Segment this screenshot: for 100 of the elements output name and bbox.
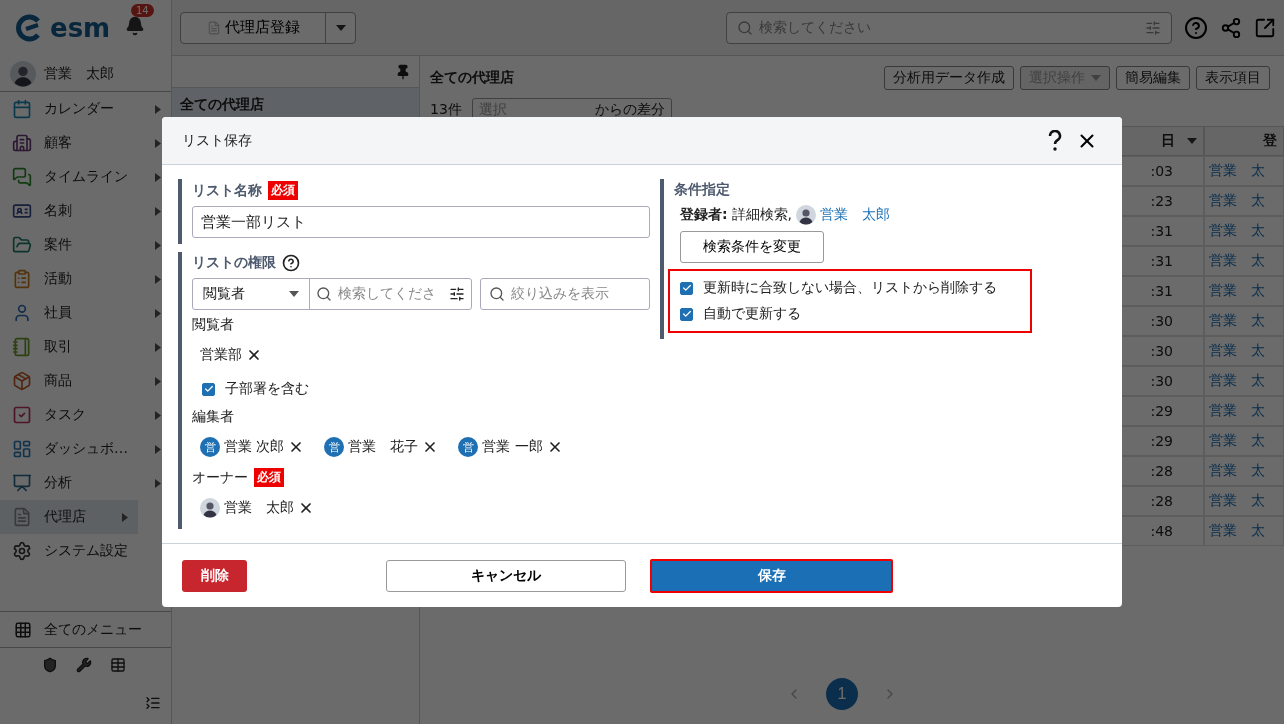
- list-title: 全ての代理店: [430, 69, 514, 87]
- owner-link[interactable]: 営業 太: [1204, 426, 1284, 456]
- nav-item[interactable]: 社員: [0, 296, 171, 330]
- document-icon: [12, 507, 32, 527]
- package-icon: [12, 371, 32, 391]
- caret-icon: [155, 104, 161, 114]
- owner-link[interactable]: 営業 太: [1204, 216, 1284, 246]
- owner-link[interactable]: 営業 太: [1204, 306, 1284, 336]
- nav-item[interactable]: 分析: [0, 466, 171, 500]
- remove-icon[interactable]: [298, 500, 314, 516]
- nav-item[interactable]: 代理店: [0, 500, 138, 534]
- required-badge: 必須: [254, 468, 284, 487]
- owner-link[interactable]: 営業 太: [1204, 246, 1284, 276]
- search-icon: [489, 286, 505, 302]
- pin-icon[interactable]: [395, 63, 411, 80]
- open-external-button[interactable]: [1254, 16, 1276, 39]
- nav-item[interactable]: カレンダー: [0, 92, 171, 126]
- record-count: 13件: [430, 101, 462, 119]
- initial-avatar: 営: [200, 437, 220, 457]
- required-badge: 必須: [268, 181, 298, 200]
- dialog-title: リスト保存: [182, 131, 253, 150]
- caret-icon: [335, 24, 346, 31]
- condition-text: 詳細検索,: [731, 206, 793, 224]
- help-icon[interactable]: [282, 254, 300, 272]
- help-button[interactable]: [1048, 129, 1062, 152]
- user-name: 営業 太郎: [44, 64, 114, 83]
- owner-link[interactable]: 営業 太: [1204, 486, 1284, 516]
- nav-item[interactable]: 活動: [0, 262, 171, 296]
- owner-link[interactable]: 営業 太: [1204, 276, 1284, 306]
- toolbar-button[interactable]: 簡易編集: [1116, 66, 1190, 90]
- nav-item[interactable]: 名刺: [0, 194, 171, 228]
- share-button[interactable]: [1220, 16, 1242, 39]
- all-menu-item[interactable]: 全てのメニュー: [0, 612, 171, 648]
- notebook-icon: [12, 337, 32, 357]
- wrench-icon[interactable]: [76, 657, 92, 673]
- save-button[interactable]: 保存: [650, 558, 893, 593]
- page-button[interactable]: 1: [826, 678, 858, 710]
- id-card-icon: [12, 201, 32, 221]
- cancel-button[interactable]: キャンセル: [386, 559, 626, 592]
- owner-link[interactable]: 営業 太: [1204, 156, 1284, 186]
- nav-item[interactable]: ダッシュボ…: [0, 432, 171, 466]
- caret-icon: [122, 512, 128, 522]
- member-name: 営業 次郎: [224, 438, 285, 456]
- owner-link[interactable]: 営業 太: [1204, 336, 1284, 366]
- shield-icon[interactable]: [42, 657, 58, 673]
- settings-icon: [12, 541, 32, 561]
- table-icon[interactable]: [110, 657, 126, 673]
- notification-badge: 14: [131, 4, 154, 17]
- delete-button[interactable]: 削除: [182, 559, 247, 592]
- group-label: 閲覧者: [192, 316, 235, 334]
- initial-avatar: 営: [324, 437, 345, 457]
- building-icon: [12, 133, 32, 153]
- member-name: 営業部: [200, 346, 242, 364]
- nav-item[interactable]: 顧客: [0, 126, 171, 160]
- owner-link[interactable]: 営業 太: [1204, 456, 1284, 486]
- notification-icon[interactable]: [125, 16, 145, 36]
- nav-item[interactable]: システム設定: [0, 534, 171, 568]
- nav-item[interactable]: 案件: [0, 228, 171, 262]
- document-icon: [206, 20, 221, 35]
- presentation-icon: [12, 473, 32, 493]
- member-name: 営業 太郎: [224, 499, 294, 517]
- logo-text: esm: [50, 13, 111, 43]
- column-header: 登: [1204, 126, 1284, 156]
- caret-icon: [1187, 138, 1197, 144]
- field-label: 登録者:: [680, 206, 728, 224]
- clipboard-icon: [12, 269, 32, 289]
- caret-icon: [1091, 75, 1101, 81]
- owner-link[interactable]: 営業 太: [1204, 186, 1284, 216]
- option-checkbox[interactable]: 自動で更新する: [670, 301, 1030, 327]
- avatar: [796, 205, 817, 225]
- nav-item[interactable]: 取引: [0, 330, 171, 364]
- checkbox[interactable]: [680, 281, 693, 295]
- owner-link[interactable]: 営業 太: [1204, 516, 1284, 546]
- member-name: 営業 一郎: [482, 438, 543, 456]
- filter-field[interactable]: 絞り込みを表示: [480, 278, 650, 310]
- person-icon: [12, 303, 32, 323]
- checkbox[interactable]: [680, 307, 693, 321]
- search-icon: [737, 19, 753, 36]
- grid-icon: [14, 620, 32, 639]
- chat-icon: [12, 167, 32, 187]
- toolbar-button[interactable]: 分析用データ作成: [884, 66, 1014, 90]
- avatar: [10, 60, 36, 87]
- owner-link[interactable]: 営業 太: [1204, 366, 1284, 396]
- calendar-icon: [12, 99, 32, 119]
- change-condition-button[interactable]: 検索条件を変更: [680, 231, 824, 263]
- registrant-link[interactable]: 営業 太郎: [820, 206, 891, 224]
- remove-icon[interactable]: [246, 347, 262, 363]
- group-label: 編集者: [192, 408, 235, 426]
- nav-item[interactable]: 商品: [0, 364, 171, 398]
- toolbar-button[interactable]: 表示項目: [1196, 66, 1270, 90]
- nav-item[interactable]: タイムライン: [0, 160, 171, 194]
- checkbox[interactable]: [202, 382, 215, 396]
- list-name-input[interactable]: 営業一部リスト: [192, 206, 650, 238]
- collapse-icon[interactable]: [145, 695, 161, 711]
- include-sub-checkbox[interactable]: 子部署を含む: [192, 376, 650, 402]
- option-checkbox[interactable]: 更新時に合致しない場合、リストから削除する: [670, 275, 1030, 301]
- nav-item[interactable]: タスク: [0, 398, 171, 432]
- section-label: リストの権限: [192, 254, 276, 272]
- owner-link[interactable]: 営業 太: [1204, 396, 1284, 426]
- checkbox-icon: [12, 405, 32, 425]
